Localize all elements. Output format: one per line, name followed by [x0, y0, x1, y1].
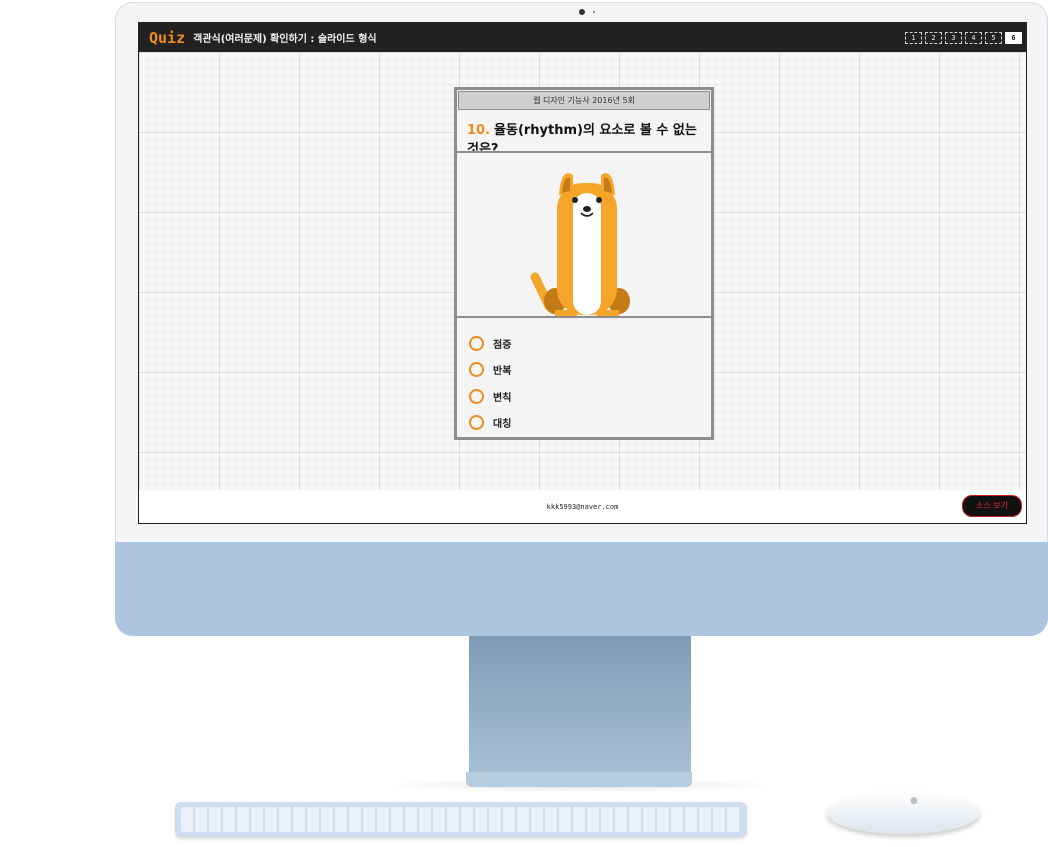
contact-email: kkk5993@naver.com [546, 503, 619, 511]
page-button-1[interactable]: 1 [905, 32, 922, 44]
answer-options: 점증 반복 변칙 대칭 [469, 330, 511, 436]
stand-base [466, 772, 692, 787]
divider [457, 316, 711, 318]
screen: Quiz 객관식(여러문제) 확인하기 : 슬라이드 형식 1 2 3 4 5 … [138, 22, 1027, 524]
option-1[interactable]: 점증 [469, 330, 511, 357]
keyboard-keys [181, 807, 741, 832]
option-label: 점증 [493, 339, 512, 351]
question-number: 10. [467, 123, 491, 138]
footer: kkk5993@naver.com 소스 보기 [139, 490, 1026, 523]
imac-monitor: Quiz 객관식(여러문제) 확인하기 : 슬라이드 형식 1 2 3 4 5 … [115, 2, 1048, 636]
keyboard [175, 802, 747, 837]
quiz-card: 웹 디자인 기능사 2016년 5회 10. 율동(rhythm)의 요소로 볼 … [454, 87, 714, 440]
top-bar: Quiz 객관식(여러문제) 확인하기 : 슬라이드 형식 1 2 3 4 5 … [139, 23, 1026, 52]
option-label: 반복 [493, 366, 512, 378]
page-button-2[interactable]: 2 [925, 32, 942, 44]
page-button-6[interactable]: 6 [1005, 32, 1022, 44]
option-label: 변칙 [493, 392, 512, 404]
dog-illustration [530, 173, 630, 316]
page-button-4[interactable]: 4 [965, 32, 982, 44]
question-image [457, 153, 711, 316]
mouse [827, 791, 980, 834]
camera-sensor-icon [593, 11, 595, 13]
slide-pager: 1 2 3 4 5 6 [905, 32, 1022, 44]
page-button-5[interactable]: 5 [985, 32, 1002, 44]
apple-logo-icon: ● [910, 796, 918, 806]
radio-circle-icon[interactable] [469, 415, 484, 431]
camera-icon [579, 9, 585, 15]
monitor-chin [115, 542, 1048, 636]
radio-circle-icon[interactable] [469, 362, 484, 378]
monitor-stand [469, 636, 691, 776]
quiz-logo: Quiz [149, 28, 186, 47]
option-label: 대칭 [493, 419, 512, 431]
radio-circle-icon[interactable] [469, 335, 484, 351]
option-4[interactable]: 대칭 [469, 410, 511, 437]
page-button-3[interactable]: 3 [945, 32, 962, 44]
quiz-source: 웹 디자인 기능사 2016년 5회 [458, 91, 710, 110]
radio-circle-icon[interactable] [469, 388, 484, 404]
page-title: 객관식(여러문제) 확인하기 : 슬라이드 형식 [193, 34, 377, 45]
view-source-button[interactable]: 소스 보기 [962, 495, 1022, 517]
option-2[interactable]: 반복 [469, 357, 511, 384]
option-3[interactable]: 변칙 [469, 383, 511, 410]
